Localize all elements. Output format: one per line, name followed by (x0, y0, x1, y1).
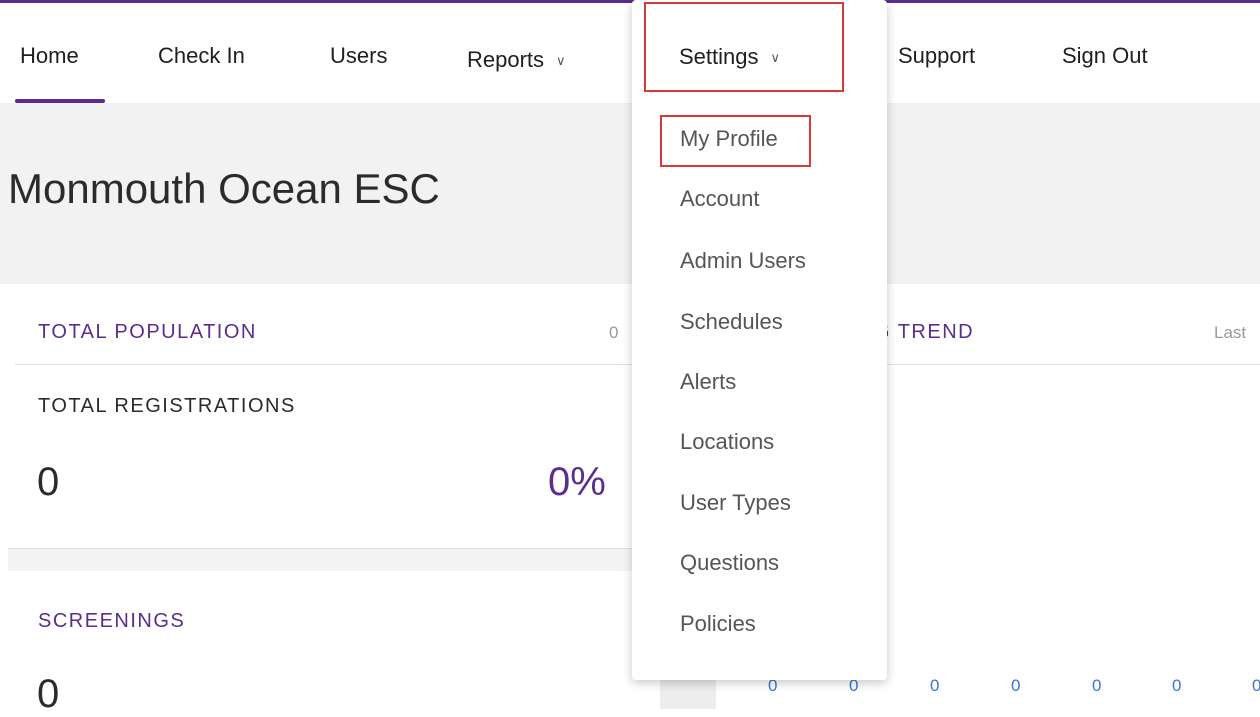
chart-column-placeholder (660, 677, 716, 709)
nav-settings[interactable]: Settings ∨ (679, 44, 780, 70)
card-separator (8, 548, 662, 571)
trend-value: 0 (1252, 676, 1260, 695)
menu-item-questions[interactable]: Questions (680, 550, 779, 576)
nav-users[interactable]: Users (330, 43, 387, 69)
settings-dropdown-menu (632, 0, 887, 680)
menu-item-locations[interactable]: Locations (680, 429, 774, 455)
divider (858, 364, 1260, 365)
nav-reports-label: Reports (467, 47, 545, 72)
menu-item-user-types[interactable]: User Types (680, 490, 791, 516)
chevron-down-icon: ∨ (556, 53, 566, 68)
menu-item-policies[interactable]: Policies (680, 611, 756, 637)
nav-sign-out[interactable]: Sign Out (1062, 43, 1148, 69)
divider (15, 364, 645, 365)
total-registrations-title: TOTAL REGISTRATIONS (38, 395, 296, 417)
total-population-count: 0 (609, 323, 619, 342)
total-population-title: TOTAL POPULATION (38, 321, 257, 343)
registrations-percent: 0% (548, 460, 606, 504)
my-profile-highlight-box (660, 115, 811, 167)
menu-item-admin-users[interactable]: Admin Users (680, 248, 806, 274)
page-title: Monmouth Ocean ESC (8, 165, 440, 212)
nav-home[interactable]: Home (20, 43, 79, 69)
chevron-down-icon: ∨ (770, 50, 781, 65)
nav-reports[interactable]: Reports ∨ (467, 47, 566, 73)
screenings-value: 0 (37, 672, 60, 716)
trend-value: 0 (1011, 676, 1021, 695)
trend-value: 0 (930, 676, 940, 695)
total-registrations-value: 0 (37, 460, 60, 504)
trend-value: 0 (1092, 676, 1102, 695)
nav-check-in[interactable]: Check In (158, 43, 245, 69)
trend-value: 0 (1172, 676, 1182, 695)
menu-item-schedules[interactable]: Schedules (680, 309, 783, 335)
top-navigation: Home Check In Users Reports ∨ Support Sig… (0, 3, 1260, 103)
nav-support[interactable]: Support (898, 43, 975, 69)
nav-settings-label: Settings (679, 44, 759, 69)
menu-item-account[interactable]: Account (680, 186, 760, 212)
trend-range-label: Last (1214, 323, 1247, 342)
screenings-title: SCREENINGS (38, 610, 186, 632)
menu-item-alerts[interactable]: Alerts (680, 369, 736, 395)
